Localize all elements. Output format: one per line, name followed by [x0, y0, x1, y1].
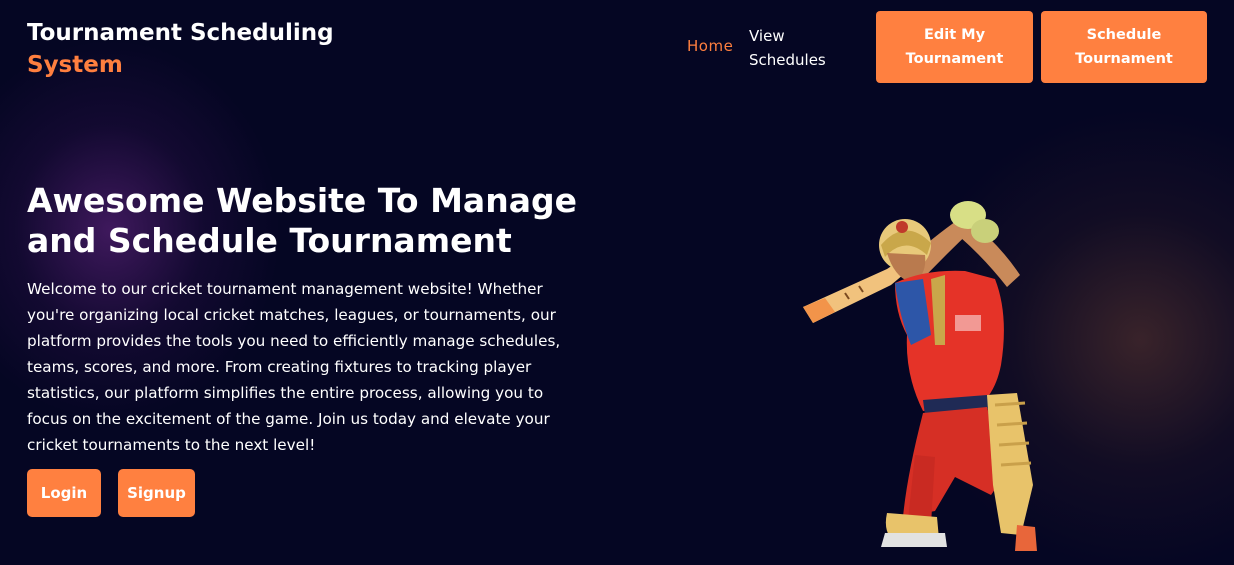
- brand-subtitle: System: [27, 52, 123, 78]
- hero-title: Awesome Website To Manage and Schedule T…: [27, 181, 577, 260]
- edit-my-tournament-button[interactable]: Edit My Tournament: [876, 11, 1033, 83]
- nav-home-link[interactable]: Home: [687, 37, 733, 55]
- brand-title: Tournament Scheduling: [27, 20, 334, 46]
- site-brand[interactable]: Tournament Scheduling System: [27, 17, 334, 81]
- signup-button[interactable]: Signup: [118, 469, 195, 517]
- landing-page: Tournament Scheduling System Home View S…: [0, 0, 1234, 565]
- login-button[interactable]: Login: [27, 469, 101, 517]
- schedule-tournament-button[interactable]: Schedule Tournament: [1041, 11, 1207, 83]
- nav-view-schedules-link[interactable]: View Schedules: [749, 24, 839, 72]
- cricket-player-image: [803, 201, 1037, 551]
- hero-description: Welcome to our cricket tournament manage…: [27, 280, 561, 454]
